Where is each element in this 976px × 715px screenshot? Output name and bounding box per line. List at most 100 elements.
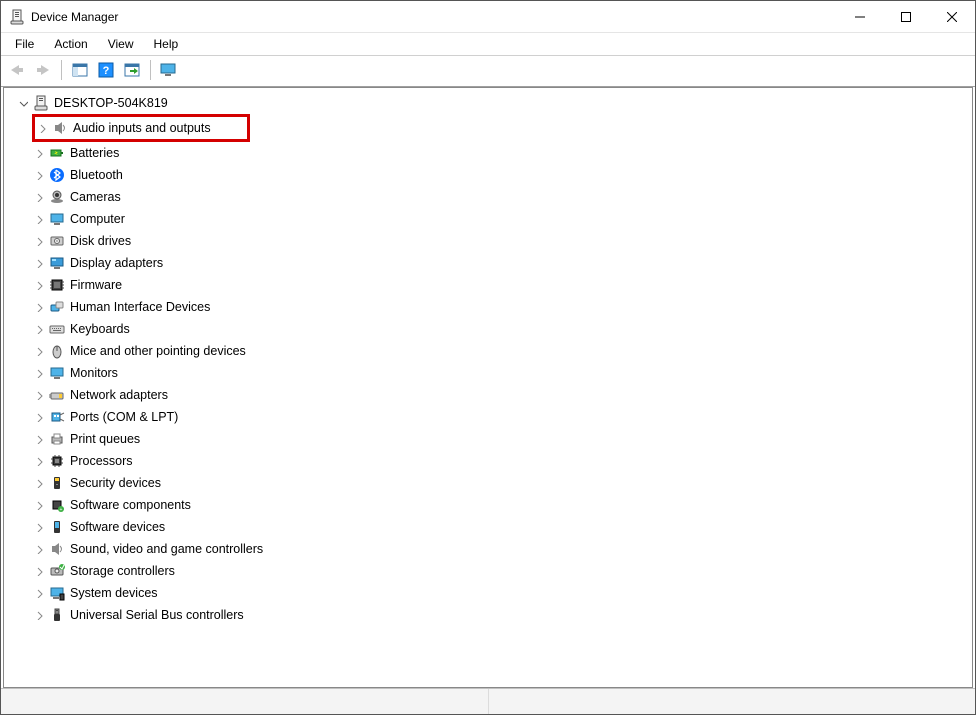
category-label: Software components [70, 494, 191, 516]
expand-icon[interactable] [32, 366, 46, 380]
tree-category[interactable]: Monitors [8, 362, 972, 384]
tree-category[interactable]: Computer [8, 208, 972, 230]
category-label: Ports (COM & LPT) [70, 406, 178, 428]
expand-icon[interactable] [32, 322, 46, 336]
forward-button[interactable] [31, 59, 55, 81]
tree-category[interactable]: Processors [8, 450, 972, 472]
hid-icon [48, 298, 66, 316]
maximize-button[interactable] [883, 1, 929, 32]
tree-category[interactable]: Print queues [8, 428, 972, 450]
expand-icon[interactable] [32, 586, 46, 600]
tree-category[interactable]: System devices [8, 582, 972, 604]
category-label: Audio inputs and outputs [73, 117, 211, 139]
category-label: Security devices [70, 472, 161, 494]
menu-action[interactable]: Action [44, 35, 97, 53]
speaker-icon [51, 119, 69, 137]
expand-icon[interactable] [32, 278, 46, 292]
bluetooth-icon [48, 166, 66, 184]
menu-view[interactable]: View [98, 35, 144, 53]
computer-icon [48, 210, 66, 228]
tree-root[interactable]: DESKTOP-504K819 [8, 92, 972, 114]
expand-icon[interactable] [32, 520, 46, 534]
menu-file[interactable]: File [5, 35, 44, 53]
tree-category[interactable]: Batteries [8, 142, 972, 164]
expand-icon[interactable] [32, 432, 46, 446]
expand-icon[interactable] [32, 190, 46, 204]
mouse-icon [48, 342, 66, 360]
category-label: Monitors [70, 362, 118, 384]
svg-text:?: ? [103, 65, 110, 77]
scan-hardware-button[interactable] [120, 59, 144, 81]
show-hide-tree-button[interactable] [68, 59, 92, 81]
port-icon [48, 408, 66, 426]
category-label: System devices [70, 582, 158, 604]
category-label: Disk drives [70, 230, 131, 252]
grid-arrow-icon [124, 63, 140, 77]
tree-category[interactable]: Human Interface Devices [8, 296, 972, 318]
tree-category[interactable]: Software devices [8, 516, 972, 538]
tree-category[interactable]: Network adapters [8, 384, 972, 406]
collapse-icon[interactable] [16, 96, 30, 110]
expand-icon[interactable] [32, 388, 46, 402]
status-section-right [489, 689, 976, 714]
expand-icon[interactable] [32, 498, 46, 512]
category-label: Display adapters [70, 252, 163, 274]
tree-category[interactable]: Mice and other pointing devices [8, 340, 972, 362]
expand-icon[interactable] [32, 300, 46, 314]
expand-icon[interactable] [32, 454, 46, 468]
expand-icon[interactable] [32, 564, 46, 578]
help-icon: ? [98, 62, 114, 78]
expand-icon[interactable] [32, 542, 46, 556]
minimize-button[interactable] [837, 1, 883, 32]
tree-category[interactable]: Cameras [8, 186, 972, 208]
device-tree: DESKTOP-504K819 Audio inputs and outputs… [4, 88, 972, 630]
usb-icon [48, 606, 66, 624]
tree-category[interactable]: Ports (COM & LPT) [8, 406, 972, 428]
expand-icon[interactable] [32, 234, 46, 248]
svg-text:+: + [60, 507, 63, 513]
expand-icon[interactable] [32, 256, 46, 270]
device-tree-pane[interactable]: DESKTOP-504K819 Audio inputs and outputs… [3, 87, 973, 688]
expand-icon[interactable] [32, 476, 46, 490]
expand-icon[interactable] [32, 410, 46, 424]
camera-icon [48, 188, 66, 206]
tree-category[interactable]: Disk drives [8, 230, 972, 252]
security-icon [48, 474, 66, 492]
tree-category[interactable]: Sound, video and game controllers [8, 538, 972, 560]
sw-device-icon [48, 518, 66, 536]
close-button[interactable] [929, 1, 975, 32]
tree-category[interactable]: Bluetooth [8, 164, 972, 186]
category-label: Network adapters [70, 384, 168, 406]
statusbar [1, 688, 975, 714]
tree-category[interactable]: Firmware [8, 274, 972, 296]
tree-category[interactable]: Universal Serial Bus controllers [8, 604, 972, 626]
expand-icon[interactable] [32, 168, 46, 182]
back-button[interactable] [5, 59, 29, 81]
category-label: Mice and other pointing devices [70, 340, 246, 362]
category-label: Universal Serial Bus controllers [70, 604, 244, 626]
monitor-button[interactable] [157, 59, 181, 81]
highlighted-category: Audio inputs and outputs [32, 114, 250, 142]
sound-icon [48, 540, 66, 558]
tree-category[interactable]: Security devices [8, 472, 972, 494]
tree-category[interactable]: Storage controllers [8, 560, 972, 582]
tree-category[interactable]: + Software components [8, 494, 972, 516]
window-title: Device Manager [31, 10, 118, 24]
titlebar: Device Manager [1, 1, 975, 33]
tree-category[interactable]: Display adapters [8, 252, 972, 274]
system-icon [48, 584, 66, 602]
category-label: Processors [70, 450, 133, 472]
category-label: Human Interface Devices [70, 296, 210, 318]
display-icon [48, 254, 66, 272]
expand-icon[interactable] [32, 608, 46, 622]
tree-category[interactable]: Audio inputs and outputs [35, 117, 247, 139]
tree-category[interactable]: Keyboards [8, 318, 972, 340]
category-label: Cameras [70, 186, 121, 208]
help-button[interactable]: ? [94, 59, 118, 81]
expand-icon[interactable] [32, 146, 46, 160]
expand-icon[interactable] [32, 344, 46, 358]
menu-help[interactable]: Help [144, 35, 189, 53]
expand-icon[interactable] [32, 212, 46, 226]
monitor-icon [48, 364, 66, 382]
expand-icon[interactable] [35, 121, 49, 135]
